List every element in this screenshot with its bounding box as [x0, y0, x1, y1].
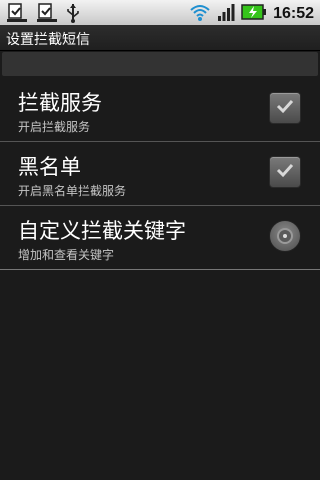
- setting-summary: 开启黑名单拦截服务: [18, 184, 127, 198]
- download-icon: [36, 3, 58, 27]
- status-bar: 16:52: [0, 0, 320, 25]
- wifi-icon: [189, 2, 211, 26]
- setting-summary: 增加和查看关键字: [18, 248, 115, 262]
- signal-icon: [217, 2, 235, 26]
- system-icons: 16:52: [189, 2, 314, 26]
- settings-list: 拦截服务 开启拦截服务 黑名单 开启黑名单拦截服务 自定义拦截关键字 增加和查看…: [0, 78, 320, 270]
- setting-summary: 开启拦截服务: [18, 120, 91, 134]
- setting-custom-keywords[interactable]: 自定义拦截关键字 增加和查看关键字: [0, 206, 320, 270]
- download-icon: [6, 3, 28, 27]
- intercept-service-checkbox[interactable]: [269, 92, 301, 124]
- title-bar: 设置拦截短信: [0, 25, 320, 51]
- battery-charging-icon: [241, 2, 267, 26]
- page-title: 设置拦截短信: [6, 32, 90, 48]
- setting-title: 黑名单: [18, 155, 81, 179]
- setting-title: 自定义拦截关键字: [18, 219, 186, 243]
- setting-intercept-service[interactable]: 拦截服务 开启拦截服务: [0, 78, 320, 142]
- notification-icons: [6, 3, 80, 27]
- blacklist-checkbox[interactable]: [269, 156, 301, 188]
- dropdown-indicator-icon: [277, 228, 293, 244]
- checkmark-icon: [274, 95, 296, 121]
- list-header: [2, 52, 318, 76]
- usb-icon: [66, 3, 80, 27]
- setting-blacklist[interactable]: 黑名单 开启黑名单拦截服务: [0, 142, 320, 206]
- clock: 16:52: [273, 5, 314, 22]
- custom-keywords-dropdown-button[interactable]: [269, 220, 301, 252]
- setting-title: 拦截服务: [18, 91, 102, 115]
- checkmark-icon: [274, 159, 296, 185]
